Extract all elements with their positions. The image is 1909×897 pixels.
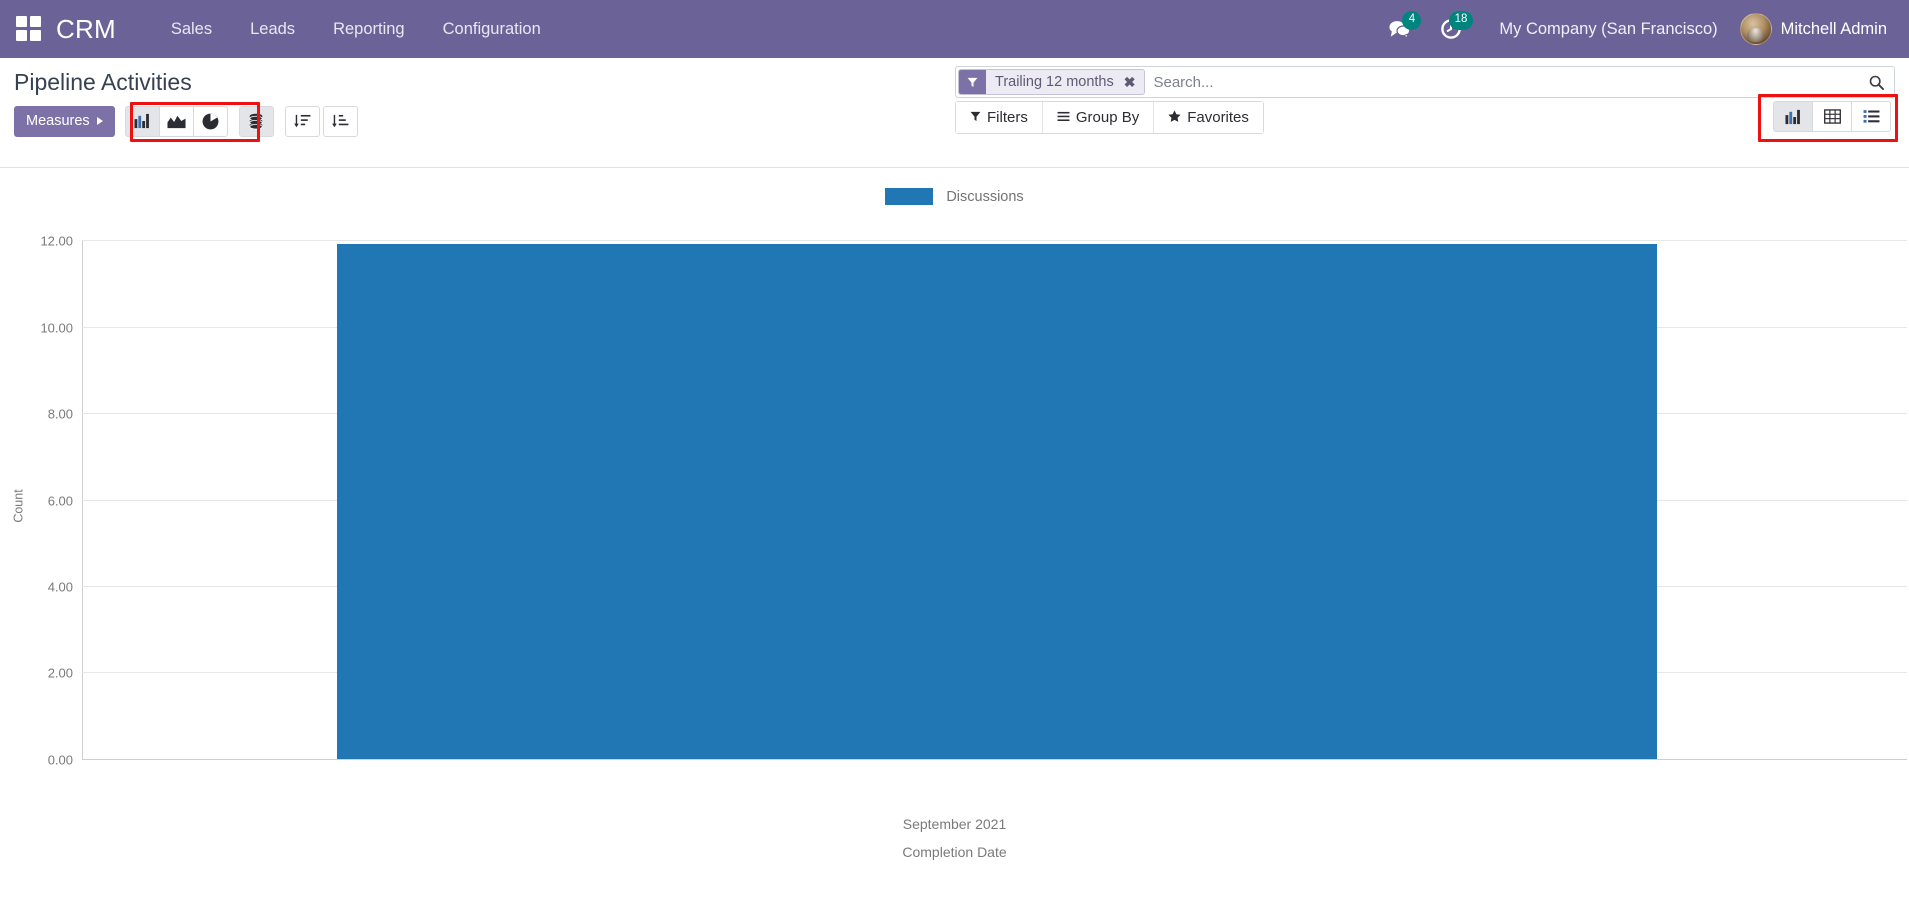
user-name: Mitchell Admin	[1780, 19, 1887, 38]
sort-button-group	[284, 105, 358, 137]
nav-item-reporting[interactable]: Reporting	[314, 0, 424, 58]
area-chart-icon[interactable]	[158, 105, 194, 137]
gridline-0: 0.00	[48, 753, 1907, 768]
navbar-right-group: 4 18 My Company (San Francisco) Mitchell…	[1373, 9, 1891, 49]
hamburger-lines-icon	[1057, 109, 1070, 126]
sort-ascending-icon[interactable]	[322, 105, 358, 137]
graph-view: Discussions Count 12.00 10.00 8.00 6.00 …	[0, 168, 1909, 897]
messages-badge: 4	[1402, 11, 1422, 30]
y-tick-label: 2.00	[47, 665, 73, 681]
pivot-view-icon[interactable]	[1812, 101, 1852, 133]
page-title: Pipeline Activities	[14, 69, 192, 95]
filters-button[interactable]: Filters	[956, 102, 1043, 134]
search-bar[interactable]: Trailing 12 months ✖	[955, 66, 1895, 98]
nav-item-configuration[interactable]: Configuration	[424, 0, 560, 58]
y-tick-label: 6.00	[47, 493, 73, 508]
view-switcher-group	[1773, 101, 1891, 133]
bar-september-2021[interactable]	[337, 244, 1657, 759]
filter-funnel-icon	[959, 70, 986, 94]
group-by-label: Group By	[1075, 109, 1140, 127]
x-axis-title: Completion Date	[902, 844, 1007, 860]
graph-view-icon[interactable]	[1773, 101, 1813, 133]
filters-label: Filters	[987, 109, 1028, 127]
y-tick-label: 10.00	[40, 320, 73, 335]
x-axis-labels: September 2021 Completion Date	[0, 816, 1909, 860]
control-panel-title-row: Pipeline Activities Trailing 12 months ✖	[0, 58, 1909, 98]
stacked-toggle-group	[238, 105, 274, 137]
magnifier-icon[interactable]	[1865, 67, 1894, 97]
search-facet-trailing-12-months[interactable]: Trailing 12 months ✖	[958, 69, 1146, 95]
company-switcher[interactable]: My Company (San Francisco)	[1477, 20, 1731, 39]
filter-menu-group: Filters Group By Favorites	[955, 101, 1264, 135]
database-stack-icon[interactable]	[238, 105, 274, 137]
control-panel: Pipeline Activities Trailing 12 months ✖	[0, 58, 1909, 168]
search-input[interactable]	[1145, 67, 1865, 97]
measures-label: Measures	[26, 113, 90, 130]
messages-icon[interactable]: 4	[1373, 9, 1425, 49]
y-tick-label: 4.00	[47, 579, 73, 595]
y-tick-label: 0.00	[47, 752, 73, 768]
control-panel-buttons-row: Measures Filters Group By Favorites	[0, 94, 1909, 143]
star-icon	[1168, 109, 1181, 126]
sort-descending-icon[interactable]	[284, 105, 320, 137]
pie-chart-icon[interactable]	[192, 105, 228, 137]
chart-legend: Discussions	[0, 168, 1909, 208]
legend-swatch-discussions	[885, 188, 934, 205]
filter-funnel-icon	[970, 109, 981, 126]
avatar	[1739, 13, 1772, 45]
measures-button[interactable]: Measures	[14, 105, 115, 137]
facet-remove-icon[interactable]: ✖	[1119, 70, 1145, 94]
x-tick-label-september-2021: September 2021	[902, 816, 1007, 832]
app-brand-crm[interactable]: CRM	[56, 14, 116, 45]
favorites-label: Favorites	[1187, 109, 1249, 127]
graph-type-button-group	[124, 105, 228, 137]
y-axis-title: Count	[11, 489, 26, 523]
facet-label: Trailing 12 months	[986, 70, 1120, 94]
legend-label-discussions: Discussions	[946, 188, 1024, 205]
favorites-button[interactable]: Favorites	[1154, 102, 1263, 134]
clock-activity-icon[interactable]: 18	[1425, 9, 1477, 49]
nav-item-sales[interactable]: Sales	[152, 0, 231, 58]
plot-area: Count 12.00 10.00 8.00 6.00 4.00 2.00 0.…	[0, 208, 1909, 804]
chart-grid: 12.00 10.00 8.00 6.00 4.00 2.00 0.00	[40, 234, 1907, 768]
bar-chart-icon[interactable]	[124, 105, 160, 137]
gridline-12: 12.00	[40, 234, 1907, 249]
user-menu[interactable]: Mitchell Admin	[1732, 13, 1891, 45]
apps-grid-icon[interactable]	[16, 16, 42, 42]
list-view-icon[interactable]	[1851, 101, 1891, 133]
y-tick-label: 12.00	[40, 233, 73, 249]
y-tick-label: 8.00	[47, 406, 73, 422]
nav-item-leads[interactable]: Leads	[231, 0, 314, 58]
caret-right-icon	[96, 117, 103, 126]
activities-badge: 18	[1448, 11, 1474, 30]
search-zone: Trailing 12 months ✖	[955, 66, 1895, 98]
top-navbar: CRM Sales Leads Reporting Configuration …	[0, 0, 1909, 58]
group-by-button[interactable]: Group By	[1042, 102, 1155, 134]
